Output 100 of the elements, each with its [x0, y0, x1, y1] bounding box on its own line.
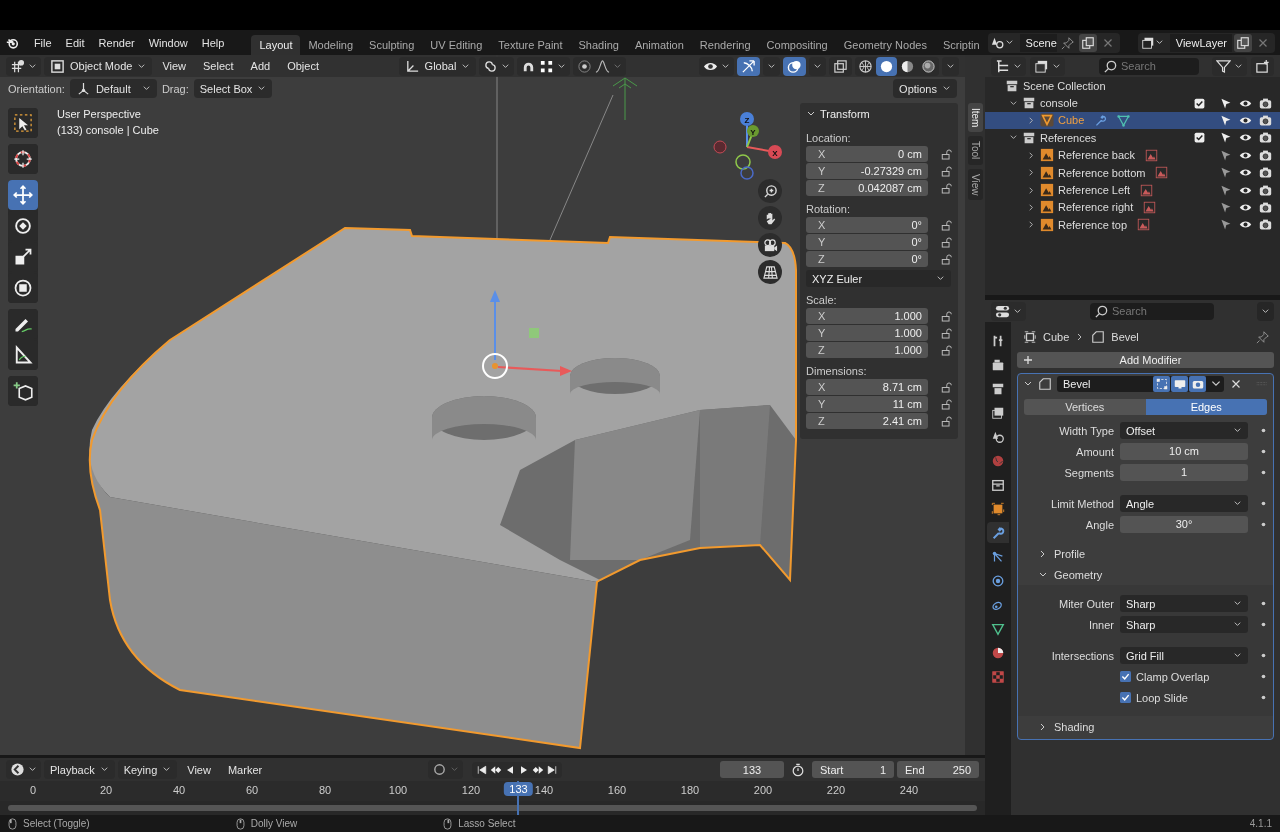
timeline-menu-dropdown[interactable]: Keying: [117, 760, 178, 779]
add-modifier-button[interactable]: Add Modifier: [1017, 352, 1274, 368]
outliner-item[interactable]: Reference bottom: [1058, 166, 1146, 179]
number-field[interactable]: Z 1.000: [806, 342, 928, 358]
workspace-tab[interactable]: Sculpting: [361, 35, 423, 55]
menu-item[interactable]: Render: [91, 36, 142, 49]
sidebar-tab[interactable]: Tool: [967, 136, 983, 165]
property-label: Intersections: [1050, 649, 1114, 662]
status-hint: Lasso Select: [458, 818, 516, 829]
number-field[interactable]: X 8.71 cm: [806, 379, 928, 395]
number-field[interactable]: Z 2.41 cm: [806, 413, 928, 429]
number-field[interactable]: X 0 cm: [806, 146, 928, 162]
outliner-item[interactable]: Reference Left: [1058, 184, 1131, 197]
playhead-frame-badge[interactable]: 133: [504, 782, 533, 796]
scene-name-field[interactable]: Scene: [1019, 33, 1057, 52]
workspace-tab[interactable]: Layout: [251, 35, 301, 55]
rotation-mode-dropdown[interactable]: XYZ Euler: [806, 270, 951, 287]
workspace-tab[interactable]: Texture Paint: [490, 35, 571, 55]
dropdown[interactable]: Sharp: [1120, 616, 1248, 633]
workspace-tab[interactable]: Rendering: [691, 35, 759, 55]
dropdown[interactable]: Sharp: [1120, 595, 1248, 612]
property-label: Dimensions:: [806, 364, 868, 379]
end-frame-field[interactable]: End 250: [897, 761, 979, 778]
number-field[interactable]: X 0°: [806, 217, 928, 233]
modifier-name-field[interactable]: Bevel: [1057, 376, 1153, 392]
workspace-tab[interactable]: Modeling: [300, 35, 362, 55]
sidebar-tab[interactable]: Item: [967, 103, 983, 133]
outliner-item[interactable]: Reference back: [1058, 149, 1136, 162]
transform-orientation-dropdown[interactable]: Global: [398, 56, 477, 76]
property-label: Width Type: [1058, 424, 1114, 437]
menu-item[interactable]: View: [155, 60, 194, 72]
timeline-menu-dropdown[interactable]: Playback: [44, 760, 115, 779]
menu-item[interactable]: Window: [141, 36, 195, 49]
number-field[interactable]: Y 1.000: [806, 325, 928, 341]
number-field[interactable]: Y 0°: [806, 234, 928, 250]
number-field[interactable]: Z 0.042087 cm: [806, 180, 928, 196]
drag-dropdown[interactable]: Select Box: [193, 79, 273, 98]
breadcrumb-item: Bevel: [1111, 331, 1139, 343]
number-field[interactable]: Z 0°: [806, 251, 928, 267]
panel-title: Transform: [820, 108, 870, 120]
menu-item[interactable]: Add: [243, 60, 278, 72]
menu-item[interactable]: Object: [280, 60, 326, 72]
number-field[interactable]: Y -0.27329 cm: [806, 163, 928, 179]
property-label: Inner: [1087, 618, 1114, 631]
frame-number: 220: [826, 784, 846, 796]
frame-number: 40: [172, 784, 186, 796]
outliner-item[interactable]: References: [1040, 131, 1097, 144]
affect-toggle[interactable]: Vertices: [1024, 399, 1146, 415]
mode-dropdown[interactable]: Object Mode: [44, 56, 153, 76]
menu-item[interactable]: File: [26, 36, 59, 49]
viewport-info-text: User Perspective: [57, 107, 142, 122]
status-hint: Dolly View: [250, 818, 298, 829]
subpanel-title[interactable]: Profile: [1054, 547, 1086, 560]
property-label: Amount: [1075, 445, 1114, 458]
menu-item[interactable]: Marker: [220, 763, 270, 776]
search-field[interactable]: Search: [1090, 302, 1214, 320]
search-field[interactable]: Search: [1099, 57, 1199, 75]
frame-number: 180: [680, 784, 700, 796]
menu-item[interactable]: Select: [196, 60, 241, 72]
start-frame-field[interactable]: Start 1: [812, 761, 894, 778]
number-field[interactable]: X 1.000: [806, 308, 928, 324]
subpanel-title[interactable]: Geometry: [1054, 568, 1103, 581]
orientation-label: Orientation:: [7, 82, 66, 95]
number-field[interactable]: 30°: [1120, 516, 1248, 533]
menu-item[interactable]: Help: [194, 36, 232, 49]
workspace-tab[interactable]: Shading: [570, 35, 627, 55]
breadcrumb-item: Cube: [1043, 331, 1070, 343]
outliner-item[interactable]: Scene Collection: [1023, 79, 1106, 92]
dropdown[interactable]: Offset: [1120, 422, 1248, 439]
outliner-item[interactable]: Reference top: [1058, 218, 1128, 231]
number-field[interactable]: Y 11 cm: [806, 396, 928, 412]
subpanel-title[interactable]: Shading: [1054, 720, 1095, 733]
dropdown[interactable]: Grid Fill: [1120, 647, 1248, 664]
workspace-tab[interactable]: Scriptin: [934, 35, 988, 55]
number-field[interactable]: 10 cm: [1120, 443, 1248, 460]
axis-navigation-gizmo[interactable]: Z Y X: [710, 107, 790, 187]
dropdown[interactable]: Angle: [1120, 495, 1248, 512]
property-label: Angle: [1084, 518, 1114, 531]
property-label: Rotation:: [806, 202, 852, 217]
menu-item[interactable]: Edit: [58, 36, 92, 49]
outliner-item[interactable]: Reference right: [1058, 201, 1134, 214]
workspace-tab[interactable]: Geometry Nodes: [835, 35, 935, 55]
outliner-item[interactable]: Cube: [1058, 114, 1085, 127]
outliner-item[interactable]: console: [1040, 97, 1078, 110]
workspace-tab[interactable]: Compositing: [758, 35, 836, 55]
frame-number: 80: [318, 784, 332, 796]
workspace-tab[interactable]: UV Editing: [422, 35, 491, 55]
menu-item[interactable]: View: [180, 763, 218, 776]
number-field[interactable]: 1: [1120, 464, 1248, 481]
affect-toggle[interactable]: Edges: [1145, 399, 1267, 415]
frame-number: 140: [534, 784, 554, 796]
orientation-dropdown[interactable]: Default: [69, 79, 157, 98]
sidebar-tab[interactable]: View: [967, 168, 983, 201]
options-dropdown[interactable]: Options: [893, 79, 957, 98]
frame-number: 100: [388, 784, 408, 796]
current-frame-field[interactable]: 133: [720, 761, 784, 778]
workspace-tab[interactable]: Animation: [626, 35, 692, 55]
view-layer-name-field[interactable]: ViewLayer: [1169, 33, 1232, 52]
property-label: Miter Outer: [1058, 597, 1114, 610]
property-label: Scale:: [806, 293, 838, 308]
